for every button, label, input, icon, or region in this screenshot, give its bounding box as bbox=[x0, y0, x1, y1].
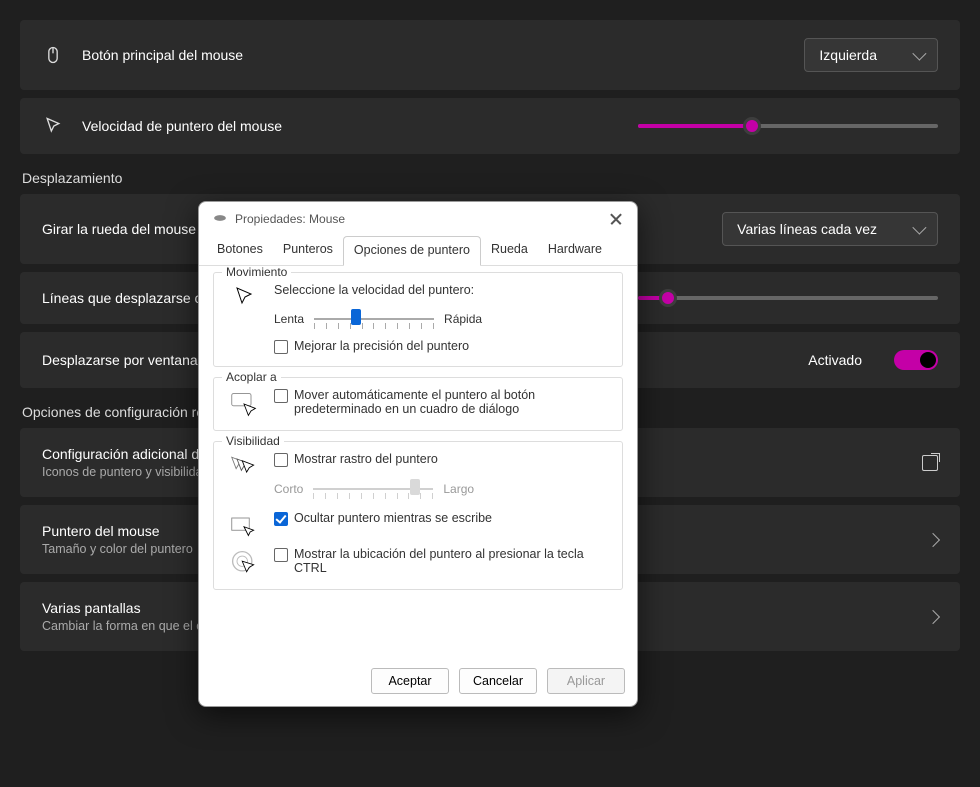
tab-pointer-options[interactable]: Opciones de puntero bbox=[343, 236, 481, 266]
checkbox-enhance-precision[interactable]: Mejorar la precisión del puntero bbox=[274, 339, 610, 354]
slider-trail-length bbox=[313, 477, 433, 501]
slider-thumb[interactable] bbox=[743, 117, 761, 135]
chevron-down-icon bbox=[912, 221, 926, 235]
dialog-title: Propiedades: Mouse bbox=[235, 212, 345, 226]
mouse-properties-dialog: Propiedades: Mouse Botones Punteros Opci… bbox=[198, 201, 638, 707]
trail-short-label: Corto bbox=[274, 482, 303, 496]
toggle-status-text: Activado bbox=[808, 352, 862, 368]
slider-lines[interactable] bbox=[638, 296, 938, 300]
dialog-tabs: Botones Punteros Opciones de puntero Rue… bbox=[199, 230, 637, 266]
slider-pointer-speed[interactable] bbox=[638, 124, 938, 128]
chevron-right-icon bbox=[926, 532, 940, 546]
row-primary-label: Botón principal del mouse bbox=[82, 47, 786, 63]
mouse-icon bbox=[213, 212, 227, 226]
dialog-titlebar[interactable]: Propiedades: Mouse bbox=[199, 202, 637, 230]
cursor-icon bbox=[42, 116, 64, 136]
slider-fill bbox=[638, 124, 752, 128]
slider-thumb[interactable] bbox=[351, 309, 361, 325]
group-snap-to: Acoplar a Mover automáticamente el punte… bbox=[213, 377, 623, 431]
ok-button[interactable]: Aceptar bbox=[371, 668, 449, 694]
dropdown-primary-button[interactable]: Izquierda bbox=[804, 38, 938, 72]
trail-long-label: Largo bbox=[443, 482, 474, 496]
open-external-icon bbox=[922, 455, 938, 471]
tab-buttons[interactable]: Botones bbox=[207, 236, 273, 265]
dialog-footer: Aceptar Cancelar Aplicar bbox=[199, 660, 637, 706]
group-visibility: Visibilidad Mostrar rastro del puntero C… bbox=[213, 441, 623, 590]
cancel-button[interactable]: Cancelar bbox=[459, 668, 537, 694]
slider-pointer-speed-win[interactable] bbox=[314, 307, 434, 331]
hide-while-typing-icon bbox=[226, 511, 262, 537]
locate-ctrl-icon bbox=[226, 547, 262, 577]
checkbox-box[interactable] bbox=[274, 453, 288, 467]
group-snap-title: Acoplar a bbox=[222, 370, 281, 384]
tab-pointers[interactable]: Punteros bbox=[273, 236, 343, 265]
chevron-right-icon bbox=[926, 609, 940, 623]
snap-to-icon bbox=[226, 388, 262, 418]
checkbox-hide-typing[interactable]: Ocultar puntero mientras se escribe bbox=[274, 511, 610, 526]
checkbox-show-trail[interactable]: Mostrar rastro del puntero bbox=[274, 452, 610, 467]
dialog-body: Movimiento Seleccione la velocidad del p… bbox=[199, 266, 637, 660]
checkbox-box[interactable] bbox=[274, 548, 288, 562]
checkbox-box[interactable] bbox=[274, 340, 288, 354]
tab-wheel[interactable]: Rueda bbox=[481, 236, 538, 265]
checkbox-snap-to[interactable]: Mover automáticamente el puntero al botó… bbox=[274, 388, 610, 416]
pointer-trail-icon bbox=[226, 452, 262, 478]
speed-slow-label: Lenta bbox=[274, 312, 304, 326]
speed-fast-label: Rápida bbox=[444, 312, 482, 326]
dropdown-wheel[interactable]: Varias líneas cada vez bbox=[722, 212, 938, 246]
group-motion-title: Movimiento bbox=[222, 266, 291, 279]
cursor-icon bbox=[226, 283, 262, 309]
checkbox-box[interactable] bbox=[274, 389, 288, 403]
slider-thumb[interactable] bbox=[659, 289, 677, 307]
mouse-icon bbox=[42, 45, 64, 65]
row-primary-button[interactable]: Botón principal del mouse Izquierda bbox=[20, 20, 960, 90]
toggle-inactive-scroll[interactable] bbox=[894, 350, 938, 370]
chevron-down-icon bbox=[912, 47, 926, 61]
row-pointer-speed[interactable]: Velocidad de puntero del mouse bbox=[20, 98, 960, 154]
row-speed-label: Velocidad de puntero del mouse bbox=[82, 118, 620, 134]
group-motion: Movimiento Seleccione la velocidad del p… bbox=[213, 272, 623, 367]
speed-label: Seleccione la velocidad del puntero: bbox=[274, 283, 610, 297]
close-button[interactable] bbox=[609, 212, 623, 226]
checkbox-show-ctrl[interactable]: Mostrar la ubicación del puntero al pres… bbox=[274, 547, 610, 575]
group-visibility-title: Visibilidad bbox=[222, 434, 284, 448]
section-scroll: Desplazamiento bbox=[22, 170, 960, 186]
tab-hardware[interactable]: Hardware bbox=[538, 236, 612, 265]
apply-button[interactable]: Aplicar bbox=[547, 668, 625, 694]
checkbox-box[interactable] bbox=[274, 512, 288, 526]
